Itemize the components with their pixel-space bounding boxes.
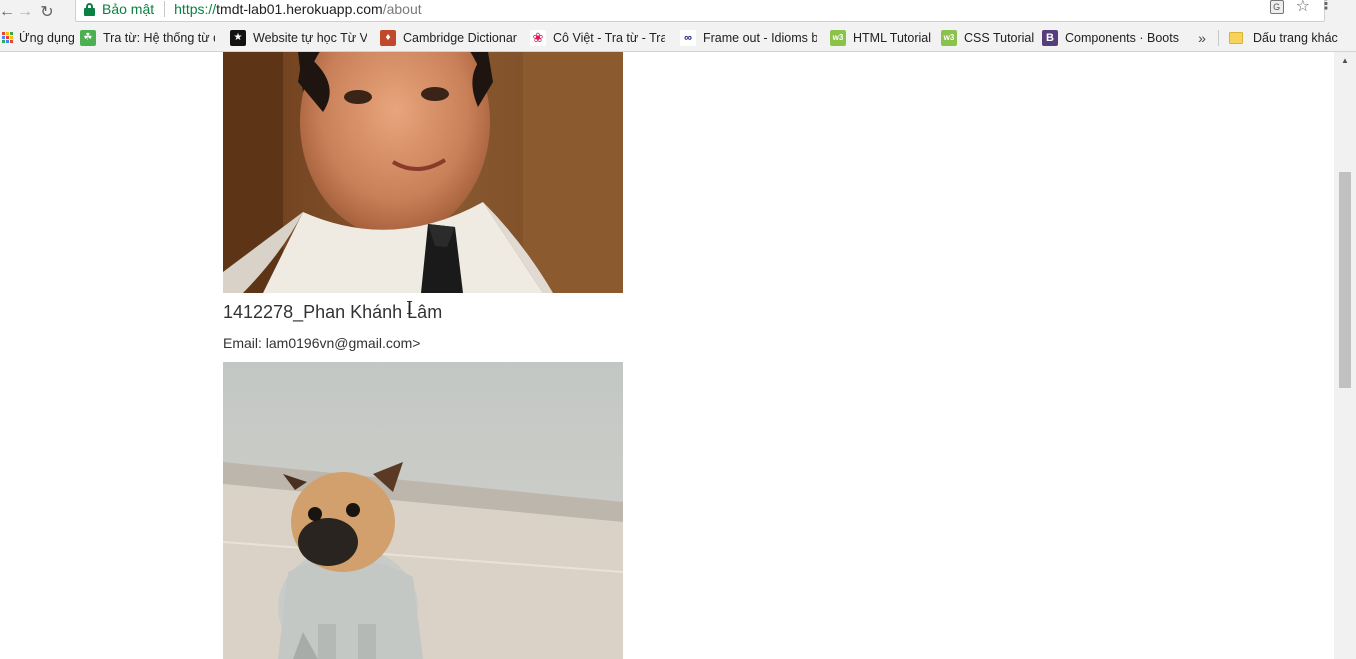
url-host: tmdt-lab01.herokuapp.com: [216, 1, 383, 17]
member-email: Email: lam0196vn@gmail.com>: [223, 335, 421, 351]
bookmarks-bar: Ứng dụng ☘ Tra từ: Hệ thống từ đi ★ Webs…: [0, 24, 1356, 52]
forward-icon[interactable]: →: [14, 2, 36, 22]
browser-menu-icon[interactable]: ⋮: [1318, 0, 1334, 13]
url-path: /about: [382, 1, 422, 17]
reload-icon[interactable]: ↻: [36, 2, 58, 22]
pug-image: [223, 362, 623, 659]
bookmark-label: HTML Tutorial: [853, 30, 932, 45]
divider: [1218, 29, 1219, 46]
bookmark-apps[interactable]: Ứng dụng: [0, 24, 80, 51]
shield-icon: ♦: [380, 29, 396, 46]
star-icon: ★: [230, 29, 246, 46]
bookmarks-more-icon[interactable]: »: [1192, 30, 1212, 46]
bookmark-label: CSS Tutorial: [964, 30, 1035, 45]
bookmark-co-viet[interactable]: ❀ Cô Việt - Tra từ - Tra t: [530, 24, 680, 51]
scroll-thumb[interactable]: [1339, 172, 1351, 388]
bookmark-label: Website tự học Từ Vự: [253, 30, 367, 45]
flame-icon: ❀: [530, 29, 546, 46]
bookmark-label: Frame out - Idioms by: [703, 30, 817, 45]
bookmark-html-tutorial[interactable]: w3 HTML Tutorial: [830, 24, 941, 51]
about-page: 1412278_Phan Khánh Lâm Email: lam0196vn@…: [0, 52, 1334, 659]
bookmark-website-tu-hoc[interactable]: ★ Website tự học Từ Vự: [230, 24, 380, 51]
bookmark-label: Tra từ: Hệ thống từ đi: [103, 30, 215, 45]
apps-icon: [2, 32, 13, 43]
member-photo: [223, 52, 623, 293]
bookmark-css-tutorial[interactable]: w3 CSS Tutorial: [941, 24, 1042, 51]
bookmark-label: Cambridge Dictionary: [403, 30, 517, 45]
translate-icon[interactable]: G: [1269, 0, 1284, 14]
w3-icon: w3: [941, 29, 957, 46]
bookmark-label: Ứng dụng: [19, 30, 75, 45]
selfie-image: [223, 52, 623, 293]
folder-icon: [1229, 31, 1243, 44]
bookmark-idioms[interactable]: ∞ Frame out - Idioms by: [680, 24, 830, 51]
bookmark-cambridge[interactable]: ♦ Cambridge Dictionary: [380, 24, 530, 51]
bookmark-star-icon[interactable]: ☆: [1296, 0, 1310, 15]
lock-icon: [84, 2, 95, 16]
back-icon[interactable]: ←: [0, 2, 15, 22]
pet-photo: [223, 362, 623, 659]
scroll-up-icon[interactable]: ▲: [1334, 54, 1356, 68]
leaf-icon: ☘: [80, 29, 96, 46]
bookmark-label: Dấu trang khác: [1253, 30, 1338, 45]
idioms-icon: ∞: [680, 29, 696, 46]
bootstrap-icon: B: [1042, 29, 1058, 46]
divider: [164, 1, 166, 17]
w3-icon: w3: [830, 29, 846, 46]
bookmark-bootstrap[interactable]: B Components · Bootstra: [1042, 24, 1192, 51]
browser-toolbar: ← → ↻ Bảo mật https:// tmdt-lab01.heroku…: [0, 0, 1356, 24]
bookmark-tra-tu[interactable]: ☘ Tra từ: Hệ thống từ đi: [80, 24, 230, 51]
page-scrollbar[interactable]: ▲: [1334, 52, 1356, 659]
text-cursor-icon: I: [406, 298, 414, 319]
url-scheme: https://: [174, 1, 217, 17]
bookmark-label: Cô Việt - Tra từ - Tra t: [553, 30, 665, 45]
secure-label: Bảo mật: [102, 1, 155, 17]
bookmark-label: Components · Bootstra: [1065, 30, 1179, 45]
bookmark-other[interactable]: Dấu trang khác: [1229, 24, 1338, 51]
address-bar[interactable]: Bảo mật https:// tmdt-lab01.herokuapp.co…: [75, 0, 1325, 22]
